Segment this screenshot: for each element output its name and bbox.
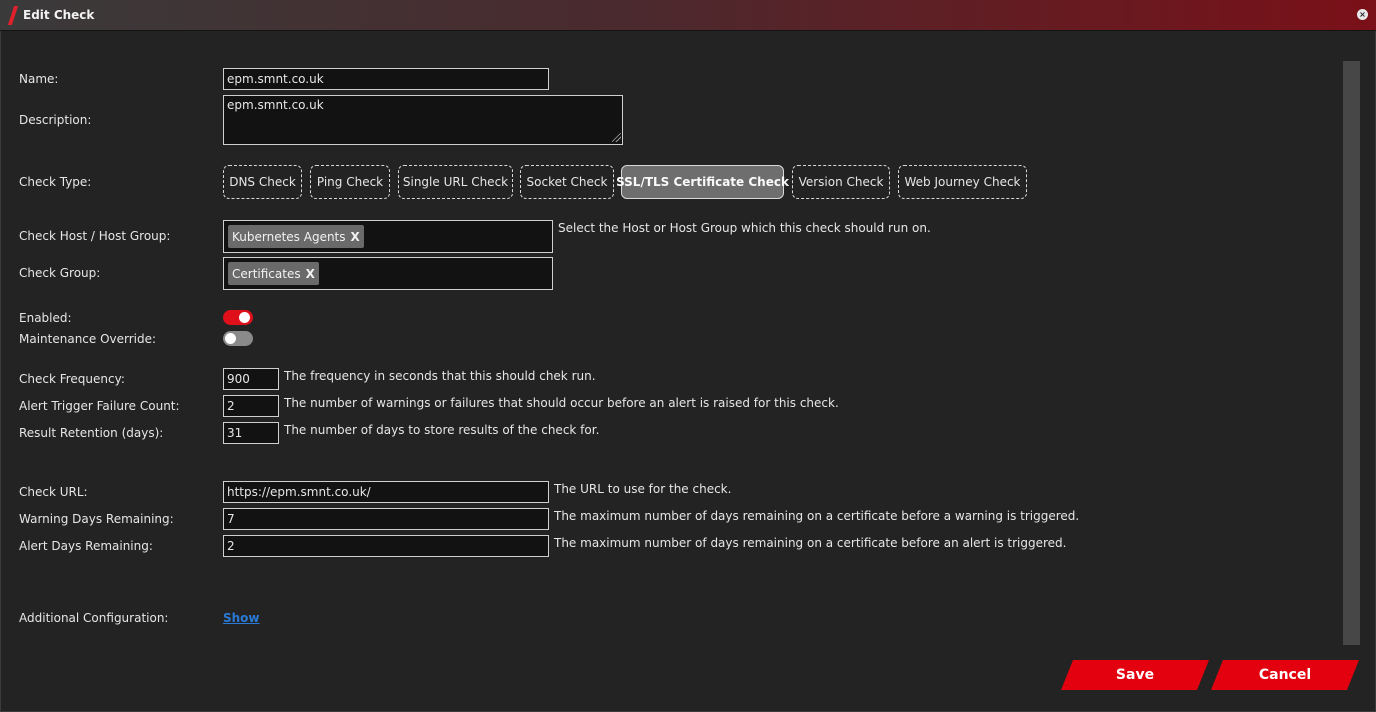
description-label: Description: <box>19 113 92 127</box>
save-button-label: Save <box>1115 667 1155 683</box>
failure-count-input[interactable] <box>223 395 279 417</box>
warning-days-label: Warning Days Remaining: <box>19 512 174 526</box>
dialog-body <box>0 31 1376 712</box>
retention-input[interactable] <box>223 422 279 444</box>
check-type-web-journey[interactable]: Web Journey Check <box>898 165 1027 199</box>
scrollbar[interactable] <box>1343 61 1360 645</box>
cancel-button-label: Cancel <box>1258 667 1312 683</box>
check-group-select[interactable]: Certificates X <box>223 257 553 290</box>
failure-count-help: The number of warnings or failures that … <box>284 396 839 410</box>
check-group-tag: Certificates X <box>228 262 319 285</box>
enabled-label: Enabled: <box>19 311 72 325</box>
warning-days-help: The maximum number of days remaining on … <box>554 509 1080 523</box>
check-type-single-url[interactable]: Single URL Check <box>398 165 513 199</box>
frequency-label: Check Frequency: <box>19 372 125 386</box>
host-group-help: Select the Host or Host Group which this… <box>558 221 931 235</box>
toggle-knob <box>239 312 250 323</box>
resize-grip-icon[interactable] <box>612 133 621 142</box>
host-group-select[interactable]: Kubernetes Agents X <box>223 220 553 253</box>
check-url-label: Check URL: <box>19 485 88 499</box>
check-type-version[interactable]: Version Check <box>792 165 890 199</box>
description-textarea[interactable]: epm.smnt.co.uk <box>223 95 623 145</box>
check-group-tag-remove-icon[interactable]: X <box>306 267 315 281</box>
check-type-ping[interactable]: Ping Check <box>310 165 390 199</box>
check-type-socket[interactable]: Socket Check <box>520 165 614 199</box>
check-type-label: Check Type: <box>19 175 92 189</box>
window-title: Edit Check <box>23 8 95 22</box>
save-button[interactable]: Save <box>1061 660 1209 690</box>
name-input[interactable] <box>223 68 549 90</box>
maintenance-toggle[interactable] <box>223 331 253 346</box>
title-accent-slash <box>7 6 19 25</box>
host-group-tag-remove-icon[interactable]: X <box>351 230 360 244</box>
retention-help: The number of days to store results of t… <box>284 423 600 437</box>
window-titlebar: Edit Check × <box>0 0 1376 31</box>
name-label: Name: <box>19 72 59 86</box>
check-type-ssl-tls[interactable]: SSL/TLS Certificate Check <box>616 165 789 199</box>
check-group-label: Check Group: <box>19 266 101 280</box>
host-group-label: Check Host / Host Group: <box>19 229 171 243</box>
maintenance-label: Maintenance Override: <box>19 332 157 346</box>
host-group-tag-label: Kubernetes Agents <box>232 229 346 244</box>
enabled-toggle[interactable] <box>223 310 253 325</box>
check-url-help: The URL to use for the check. <box>554 482 732 496</box>
retention-label: Result Retention (days): <box>19 426 164 440</box>
close-icon[interactable]: × <box>1357 9 1368 20</box>
additional-config-label: Additional Configuration: <box>19 611 169 625</box>
check-group-tag-label: Certificates <box>232 266 301 281</box>
check-url-input[interactable] <box>223 481 549 503</box>
warning-days-input[interactable] <box>223 508 549 530</box>
cancel-button[interactable]: Cancel <box>1211 660 1359 690</box>
host-group-tag: Kubernetes Agents X <box>228 225 364 248</box>
additional-config-show-link[interactable]: Show <box>223 611 260 625</box>
frequency-input[interactable] <box>223 368 279 390</box>
check-type-dns[interactable]: DNS Check <box>223 165 302 199</box>
toggle-knob <box>225 333 236 344</box>
alert-days-input[interactable] <box>223 535 549 557</box>
alert-days-label: Alert Days Remaining: <box>19 539 153 553</box>
frequency-help: The frequency in seconds that this shoul… <box>284 369 596 383</box>
failure-count-label: Alert Trigger Failure Count: <box>19 399 180 413</box>
alert-days-help: The maximum number of days remaining on … <box>554 536 1067 550</box>
